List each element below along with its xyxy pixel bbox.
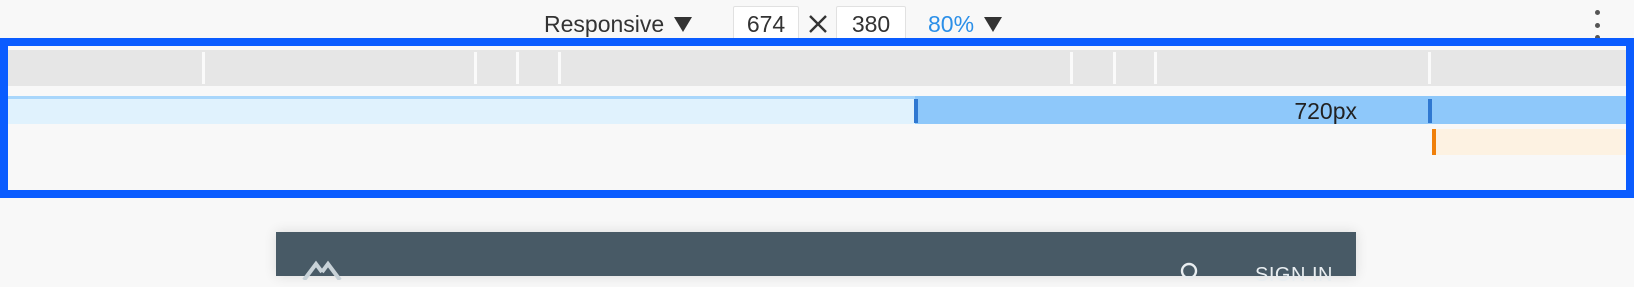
vertical-ellipsis-icon[interactable] (1590, 10, 1604, 40)
max-width-marker (1432, 129, 1436, 155)
ruler-tick (474, 52, 477, 84)
triangle-down-icon (674, 16, 693, 32)
media-query-bars: 720px (0, 38, 1634, 198)
zoom-select[interactable]: 80% (928, 10, 1003, 37)
search-icon[interactable] (1180, 262, 1202, 284)
ruler-tick (516, 52, 519, 84)
device-label: Responsive (544, 10, 665, 37)
width-input[interactable] (733, 6, 799, 42)
min-width-bar-inactive (8, 96, 915, 124)
ruler-tick (1154, 52, 1157, 84)
max-width-bar[interactable] (1432, 129, 1626, 155)
ruler-tick (1070, 52, 1073, 84)
min-width-bar[interactable]: 720px (8, 96, 1626, 124)
min-width-label: 720px (1294, 98, 1357, 124)
zoom-label: 80% (928, 10, 975, 37)
media-query-ruler[interactable] (8, 50, 1626, 86)
min-width-marker (914, 99, 918, 123)
device-select[interactable]: Responsive (544, 10, 693, 37)
triangle-down-icon (984, 16, 1003, 32)
ruler-tick (202, 52, 205, 84)
logo-icon (302, 260, 342, 280)
height-input[interactable] (836, 6, 906, 42)
ruler-tick (1428, 52, 1431, 84)
ruler-tick (1113, 52, 1116, 84)
min-width-marker (1428, 99, 1432, 123)
times-icon (809, 15, 827, 33)
page-preview-header: SIGN IN (276, 232, 1356, 286)
ruler-tick (558, 52, 561, 84)
